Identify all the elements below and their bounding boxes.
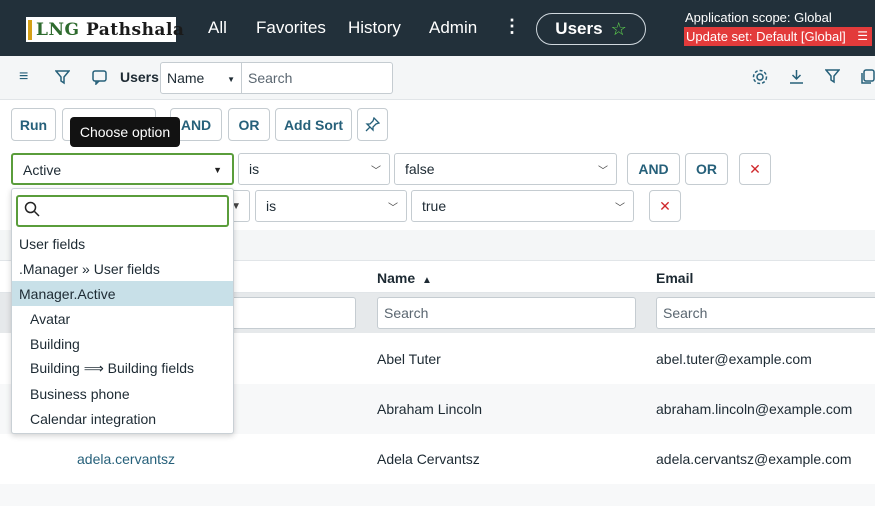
- list-toolbar: ≡ Users Name ▼ Search: [0, 56, 875, 100]
- application-scope-label: Application scope: Global: [685, 10, 832, 25]
- row-name: Adela Cervantsz: [377, 451, 480, 467]
- gear-icon[interactable]: [752, 69, 768, 85]
- or-button[interactable]: OR: [228, 108, 270, 141]
- app-logo[interactable]: LNG Pathshala: [26, 17, 184, 42]
- close-icon: ✕: [659, 197, 671, 214]
- search-field-select[interactable]: Name ▼: [160, 62, 242, 94]
- favorite-star-icon[interactable]: ☆: [611, 19, 627, 40]
- condition-value-select[interactable]: false ﹀: [394, 153, 617, 185]
- chevron-down-icon: ﹀: [371, 166, 381, 177]
- update-set-badge[interactable]: Update set: Default [Global] ☰: [684, 27, 872, 46]
- condition-and-button[interactable]: AND: [627, 153, 680, 185]
- sort-ascending-icon: ▲: [422, 275, 432, 286]
- column-header-name[interactable]: Name ▲: [377, 270, 432, 286]
- choose-option-tooltip: Choose option: [70, 117, 180, 147]
- table-row-partial: [0, 484, 875, 506]
- row-email: adela.cervantsz@example.com: [656, 451, 852, 467]
- column-header-email[interactable]: Email: [656, 270, 693, 286]
- row-name: Abel Tuter: [377, 351, 441, 367]
- more-menu-icon[interactable]: ⋮: [503, 16, 521, 37]
- chevron-down-icon: ﹀: [598, 166, 608, 177]
- nav-all[interactable]: All: [208, 18, 227, 38]
- field-option[interactable]: User fields: [12, 231, 233, 256]
- top-navigation-bar: LNG Pathshala All Favorites History Admi…: [0, 0, 875, 56]
- nav-favorites[interactable]: Favorites: [256, 18, 326, 38]
- row-name: Abraham Lincoln: [377, 401, 483, 417]
- remove-condition2-button[interactable]: ✕: [649, 190, 681, 222]
- table-row: adela.cervantsz Adela Cervantsz adela.ce…: [0, 434, 875, 484]
- column-search-email[interactable]: Search: [656, 297, 875, 329]
- remove-condition-button[interactable]: ✕: [739, 153, 771, 185]
- current-app-pill[interactable]: Users ☆: [536, 13, 646, 45]
- field-search-input[interactable]: [16, 195, 229, 227]
- logo-text: LNG Pathshala: [36, 19, 185, 40]
- filter-icon[interactable]: [825, 69, 840, 84]
- list-search-input[interactable]: Search: [242, 62, 393, 94]
- layers-icon: ☰: [857, 29, 868, 43]
- current-app-label: Users: [555, 19, 603, 38]
- condition-operator-select[interactable]: is ﹀: [238, 153, 390, 185]
- update-set-label: Update set: Default [Global]: [686, 29, 846, 44]
- field-option[interactable]: Business phone: [12, 381, 233, 406]
- condition2-value-select[interactable]: true ﹀: [411, 190, 634, 222]
- field-option[interactable]: Building ⟹ Building fields: [12, 356, 233, 381]
- nav-history[interactable]: History: [348, 18, 401, 38]
- field-option[interactable]: Avatar: [12, 306, 233, 331]
- list-title: Users: [120, 69, 159, 85]
- chevron-down-icon: ﹀: [615, 203, 625, 214]
- field-option[interactable]: Building: [12, 331, 233, 356]
- run-button[interactable]: Run: [11, 108, 56, 141]
- condition-field-select[interactable]: Active ▼: [11, 153, 234, 185]
- comment-icon[interactable]: [92, 70, 107, 85]
- row-user-id-link[interactable]: adela.cervantsz: [77, 451, 175, 467]
- pin-filter-button[interactable]: [357, 108, 388, 141]
- download-icon[interactable]: [789, 69, 804, 85]
- condition2-operator-select[interactable]: is ﹀: [255, 190, 407, 222]
- pin-icon: [365, 117, 380, 132]
- hamburger-menu-icon[interactable]: ≡: [19, 68, 28, 86]
- caret-down-icon: ▼: [213, 165, 222, 175]
- field-option[interactable]: Calendar integration: [12, 406, 233, 431]
- search-icon: [24, 201, 40, 217]
- column-search-name[interactable]: Search: [377, 297, 636, 329]
- filter-icon[interactable]: [55, 70, 70, 85]
- field-option-highlighted[interactable]: Manager.Active: [12, 281, 233, 306]
- row-email: abel.tuter@example.com: [656, 351, 812, 367]
- chevron-down-icon: ﹀: [388, 203, 398, 214]
- caret-down-icon: ▼: [227, 75, 235, 84]
- close-icon: ✕: [749, 160, 761, 177]
- logo-emblem-icon: [28, 19, 32, 40]
- add-sort-button[interactable]: Add Sort: [275, 108, 352, 141]
- field-chooser-dropdown: User fields .Manager » User fields Manag…: [11, 188, 234, 434]
- condition-or-button[interactable]: OR: [685, 153, 728, 185]
- field-option[interactable]: .Manager » User fields: [12, 256, 233, 281]
- row-email: abraham.lincoln@example.com: [656, 401, 853, 417]
- copy-icon[interactable]: [861, 69, 875, 85]
- nav-admin[interactable]: Admin: [429, 18, 477, 38]
